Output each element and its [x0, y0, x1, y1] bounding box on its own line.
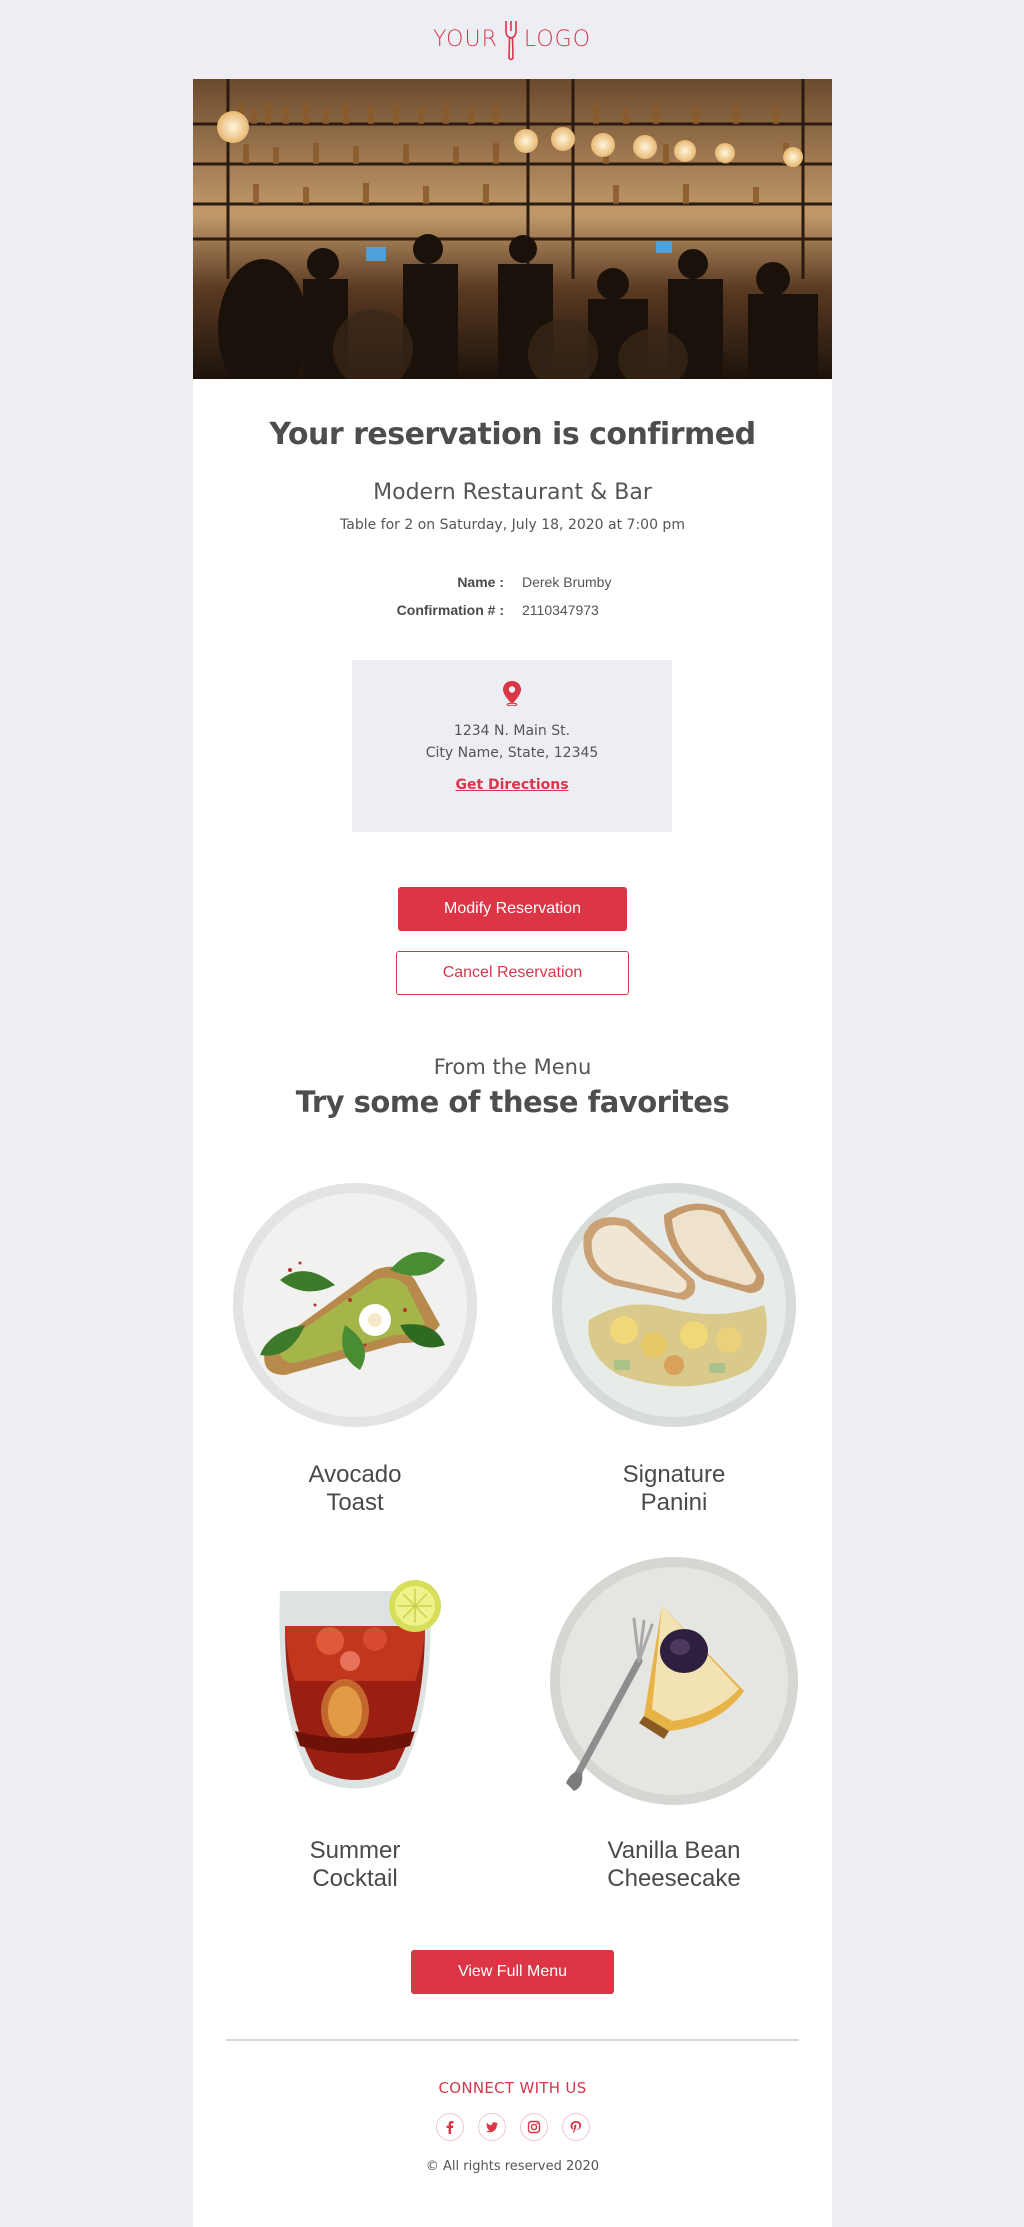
facebook-link[interactable]	[435, 2113, 464, 2141]
twitter-icon	[485, 2122, 498, 2133]
restaurant-name: Modern Restaurant & Bar	[373, 480, 652, 505]
get-directions-link[interactable]: Get Directions	[352, 777, 672, 793]
logo-right-word: LOGO	[523, 27, 592, 52]
menu-item-name-line1: Avocado	[308, 1461, 402, 1488]
name-label: Name :	[457, 574, 504, 590]
footer-divider	[226, 2039, 799, 2041]
address-box: 1234 N. Main St. City Name, State, 12345…	[352, 660, 672, 832]
menu-item-name-line1: Vanilla Bean	[607, 1837, 741, 1864]
menu-item-name-line2: Panini	[640, 1489, 708, 1516]
confirmation-number-row: Confirmation # : 2110347973	[193, 602, 832, 622]
confirmation-title: Your reservation is confirmed	[269, 417, 756, 452]
menu-item-name-line2: Cocktail	[312, 1865, 398, 1892]
menu-item-name: Signature Panini	[544, 1461, 804, 1517]
modify-reservation-button[interactable]: Modify Reservation	[398, 887, 627, 931]
view-full-menu-button[interactable]: View Full Menu	[411, 1950, 614, 1994]
address-line-1: 1234 N. Main St.	[453, 723, 571, 739]
cancel-reservation-button[interactable]: Cancel Reservation	[396, 951, 629, 995]
menu-item-name-line1: Summer	[309, 1837, 401, 1864]
instagram-link[interactable]	[519, 2113, 548, 2141]
confirmation-number-value: 2110347973	[522, 602, 599, 618]
pinterest-link[interactable]	[561, 2113, 590, 2141]
connect-heading: CONNECT WITH US	[438, 2079, 587, 2097]
vanilla-bean-cheesecake-image[interactable]	[544, 1551, 804, 1811]
name-value: Derek Brumby	[522, 574, 612, 590]
menu-item-name-line1: Signature	[622, 1461, 726, 1488]
hero-image	[193, 79, 832, 379]
menu-subtitle: From the Menu	[433, 1055, 592, 1079]
copyright-text: © All rights reserved 2020	[425, 2159, 600, 2174]
menu-item-name: Vanilla Bean Cheesecake	[544, 1837, 804, 1893]
logo-left-word: YOUR	[432, 27, 498, 52]
pinterest-icon	[570, 2121, 581, 2134]
logo[interactable]: YOUR LOGO	[0, 0, 1024, 79]
twitter-link[interactable]	[477, 2113, 506, 2141]
signature-panini-image[interactable]	[544, 1175, 804, 1435]
menu-item-name-line2: Toast	[326, 1489, 384, 1516]
reservation-details: Table for 2 on Saturday, July 18, 2020 a…	[340, 517, 685, 533]
summer-cocktail-image[interactable]	[225, 1551, 485, 1811]
address-line-2: City Name, State, 12345	[425, 745, 599, 761]
fork-icon	[505, 20, 517, 60]
menu-item-name: Avocado Toast	[225, 1461, 485, 1517]
facebook-icon	[446, 2121, 453, 2134]
social-links	[193, 2113, 832, 2141]
menu-title: Try some of these favorites	[295, 1085, 730, 1119]
menu-item-name-line2: Cheesecake	[607, 1865, 741, 1892]
menu-item-name: Summer Cocktail	[225, 1837, 485, 1893]
instagram-icon	[527, 2120, 540, 2134]
name-row: Name : Derek Brumby	[193, 574, 832, 594]
confirmation-number-label: Confirmation # :	[396, 602, 504, 618]
email-card: Your reservation is confirmed Modern Res…	[193, 79, 832, 2227]
map-pin-icon	[503, 681, 521, 706]
avocado-toast-image[interactable]	[225, 1175, 485, 1435]
